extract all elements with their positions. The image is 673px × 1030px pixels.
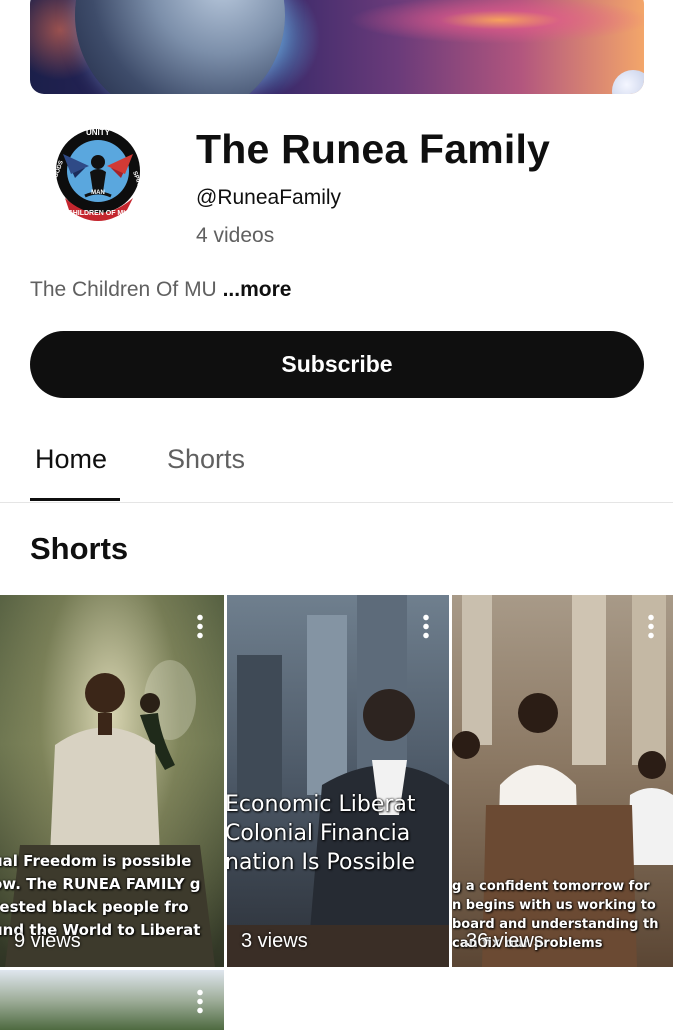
short-menu-icon[interactable]	[197, 988, 203, 1014]
avatar-logo: UNITY MAN CHILDREN OF MU GODS SPIRITS	[48, 123, 148, 223]
description-text: The Children Of MU	[30, 278, 217, 301]
short-card[interactable]: g a confident tomorrow for n begins with…	[452, 595, 673, 967]
channel-description[interactable]: The Children Of MU ...more	[30, 278, 291, 302]
section-title: Shorts	[30, 531, 129, 566]
caption-line: n begins with us working to	[452, 898, 656, 913]
channel-handle: @RuneaFamily	[196, 186, 342, 209]
short-views: 3 views	[241, 930, 308, 952]
short-views: 36 views	[466, 930, 544, 952]
caption-line: nation Is Possible	[227, 850, 416, 875]
avatar-text-unity: UNITY	[86, 128, 111, 137]
avatar-text-man: MAN	[91, 190, 105, 196]
short-card[interactable]: Economic Liberat Colonial Financia natio…	[227, 595, 449, 967]
banner-moon	[612, 70, 644, 94]
active-tab-indicator	[30, 498, 120, 501]
channel-name: The Runea Family	[196, 126, 551, 172]
caption-line: ow. The RUNEA FAMILY g	[0, 875, 201, 893]
caption-line: Colonial Financia	[227, 821, 411, 846]
short-menu-icon[interactable]	[648, 613, 654, 639]
short-card-partial[interactable]	[0, 970, 224, 1030]
caption-line: Economic Liberat	[227, 792, 416, 817]
banner-planet	[75, 0, 285, 94]
shorts-grid: ual Freedom is possible ow. The RUNEA FA…	[0, 595, 673, 967]
caption-line: rested black people fro	[0, 898, 189, 916]
short-menu-icon[interactable]	[197, 613, 203, 639]
channel-banner	[30, 0, 644, 94]
short-caption: Economic Liberat Colonial Financia natio…	[227, 790, 449, 877]
short-card[interactable]: ual Freedom is possible ow. The RUNEA FA…	[0, 595, 224, 967]
subscribe-button[interactable]: Subscribe	[30, 331, 644, 398]
tab-home[interactable]: Home	[35, 444, 107, 475]
short-views: 9 views	[14, 930, 81, 952]
short-caption: ual Freedom is possible ow. The RUNEA FA…	[0, 850, 224, 942]
video-count: 4 videos	[196, 224, 275, 247]
channel-avatar[interactable]: UNITY MAN CHILDREN OF MU GODS SPIRITS	[45, 120, 151, 226]
short-thumbnail-image	[227, 595, 449, 967]
short-menu-icon[interactable]	[423, 613, 429, 639]
caption-line: ual Freedom is possible	[0, 852, 192, 870]
avatar-text-children: CHILDREN OF MU	[68, 210, 129, 217]
caption-line: g a confident tomorrow for	[452, 879, 650, 894]
tab-shorts[interactable]: Shorts	[167, 444, 245, 475]
more-link[interactable]: ...more	[223, 278, 292, 301]
channel-tabs: Home Shorts	[0, 430, 673, 503]
